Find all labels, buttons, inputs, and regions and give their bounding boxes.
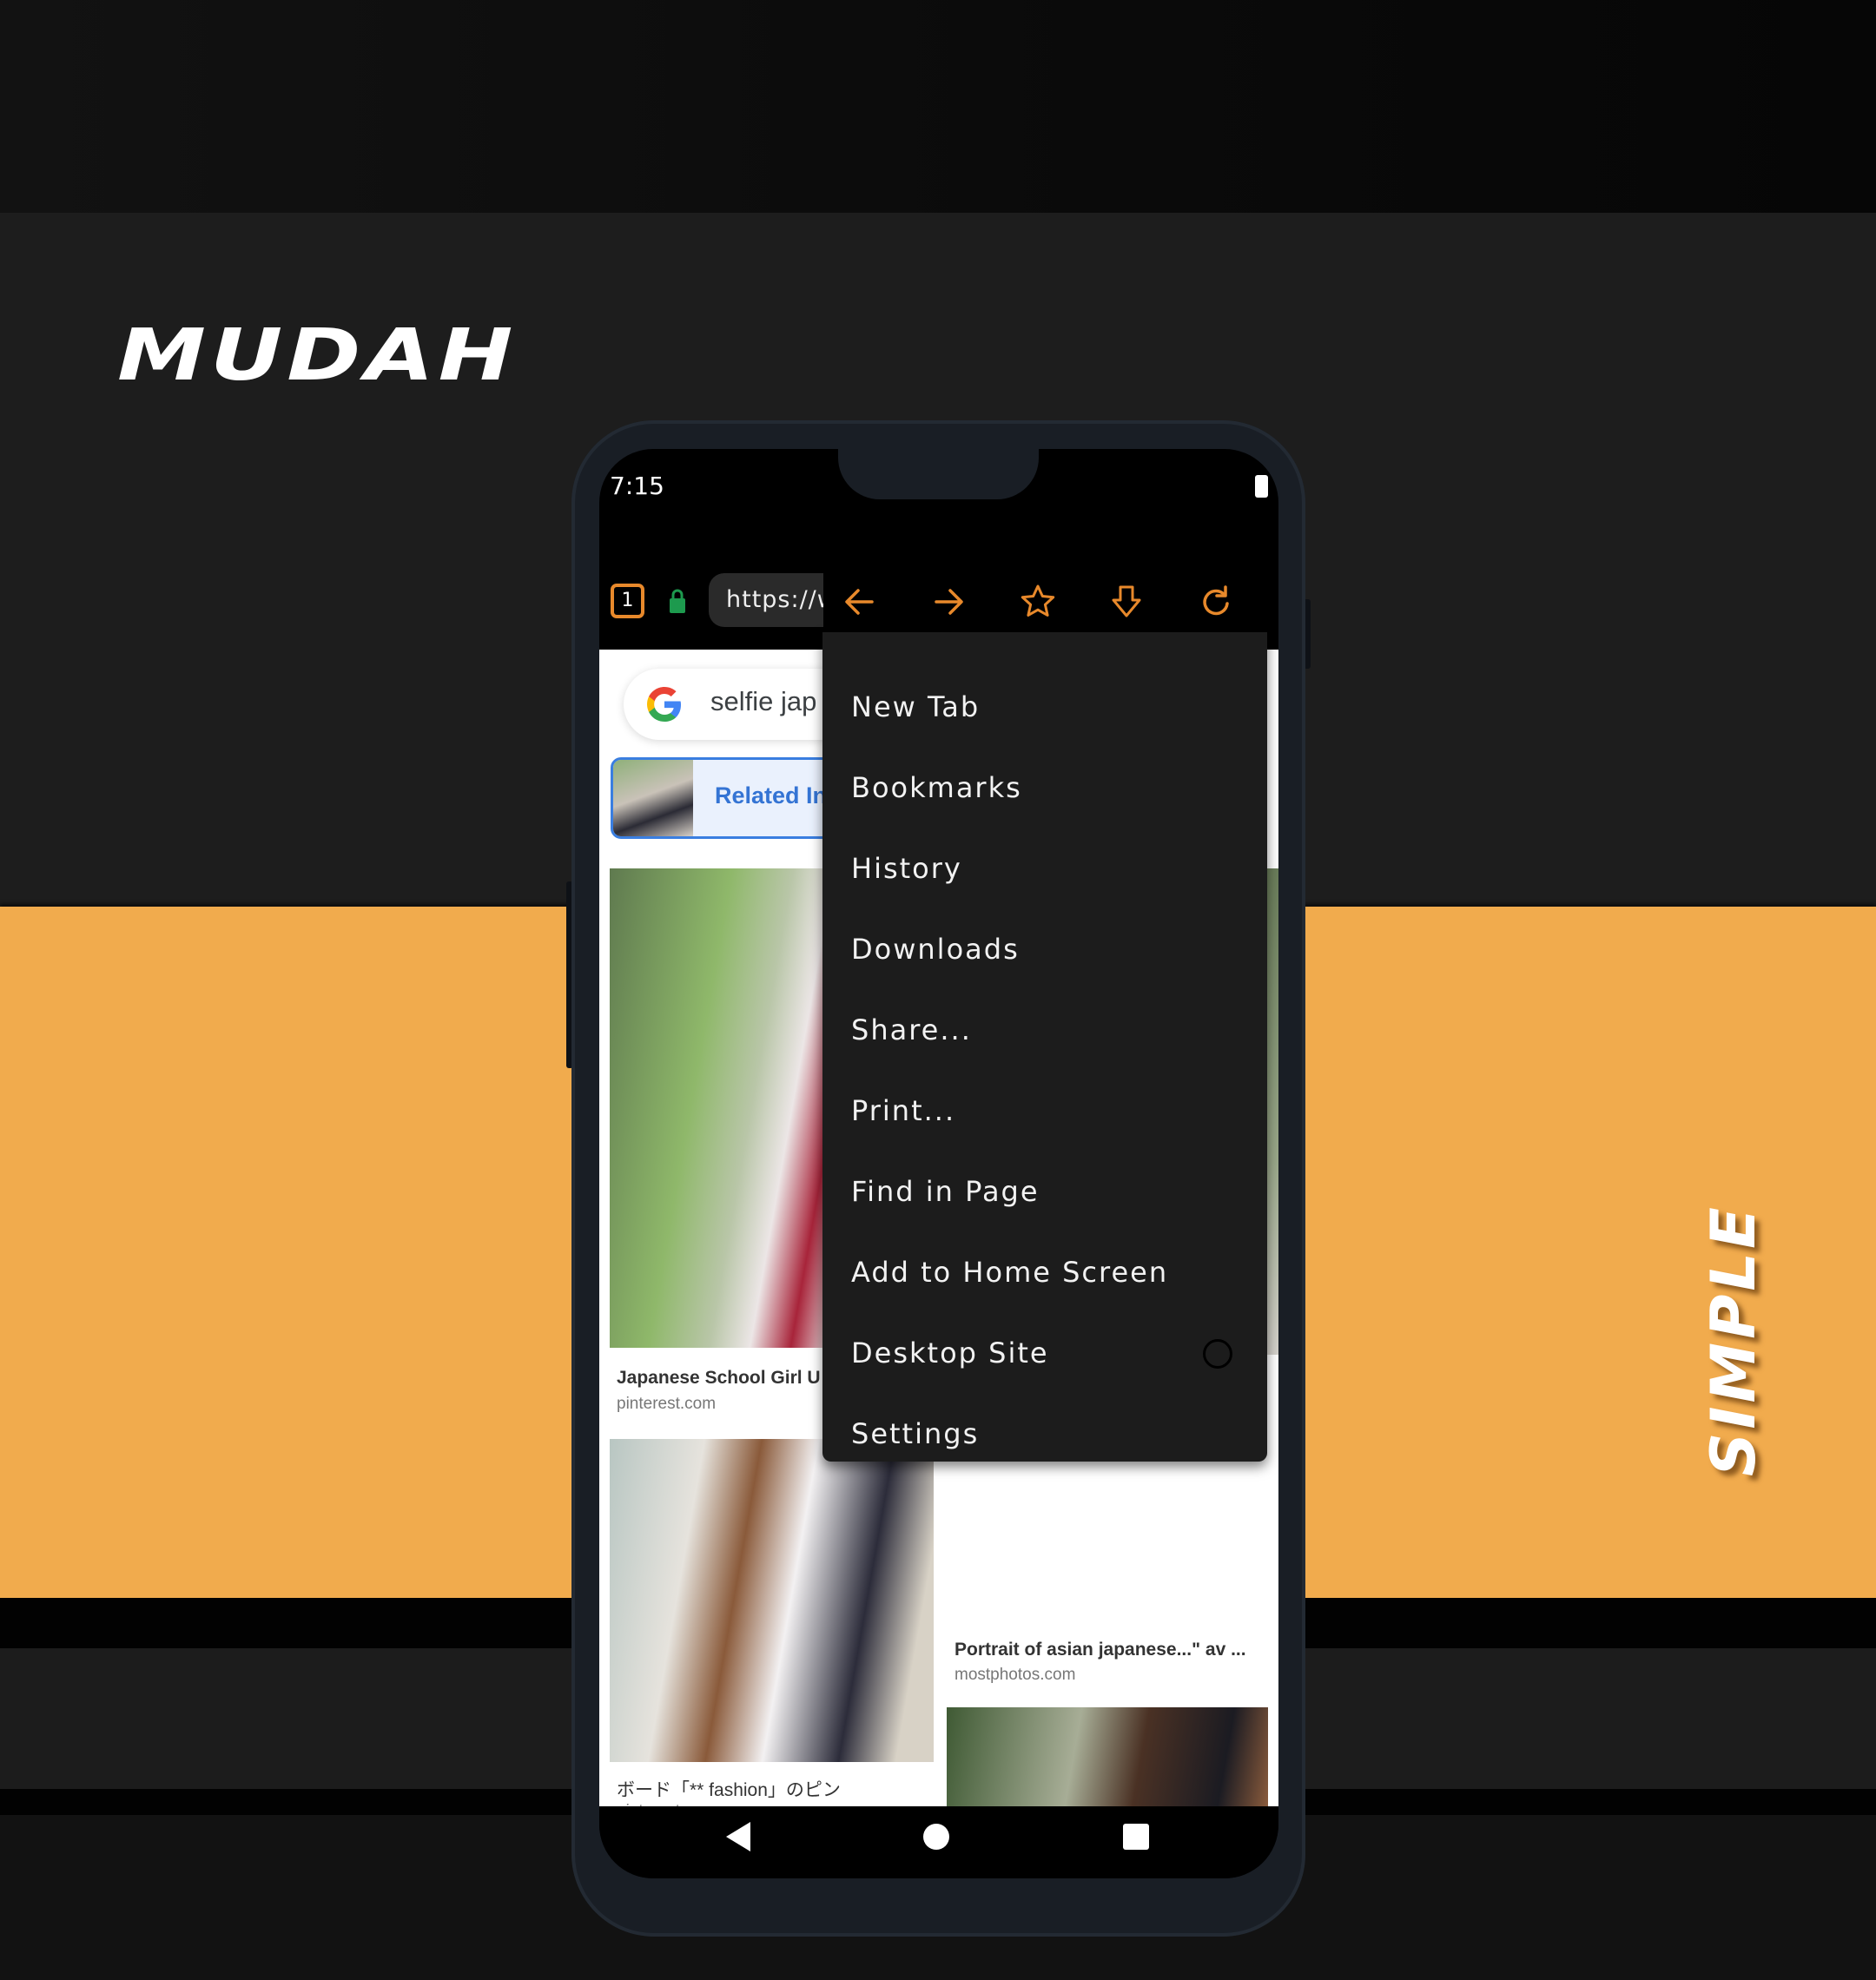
desktop-site-radio[interactable] (1203, 1339, 1232, 1369)
home-icon[interactable] (923, 1824, 949, 1850)
menu-item-label: Downloads (851, 933, 1020, 966)
download-icon[interactable] (1107, 583, 1146, 621)
menu-item-label: Settings (851, 1417, 980, 1450)
battery-icon (1255, 475, 1268, 498)
menu-item-label: History (851, 852, 962, 885)
recents-icon[interactable] (1123, 1824, 1149, 1850)
menu-item-add-to-home-screen[interactable]: Add to Home Screen (822, 1232, 1267, 1313)
promo-canvas: MUDAH SIMPLE 7:15 1 https://w selfie jap… (0, 0, 1876, 1980)
menu-item-label: Bookmarks (851, 771, 1022, 804)
forward-arrow-icon[interactable] (929, 583, 968, 621)
menu-item-label: Print... (851, 1094, 956, 1127)
menu-item-label: New Tab (851, 690, 981, 723)
tagline-text: SIMPLE (1698, 1204, 1769, 1476)
related-label: Related In (715, 782, 828, 808)
back-arrow-icon[interactable] (841, 583, 879, 621)
overflow-menu: New Tab Bookmarks History Downloads Shar… (822, 632, 1267, 1462)
result-source: pinterest.com (617, 1395, 717, 1413)
phone-screen: 7:15 1 https://w selfie jap Related In J… (599, 449, 1278, 1878)
menu-item-label: Desktop Site (851, 1336, 1049, 1370)
star-icon[interactable] (1019, 583, 1057, 621)
menu-item-settings[interactable]: Settings (822, 1394, 1267, 1475)
back-icon[interactable] (726, 1822, 750, 1851)
status-time: 7:15 (610, 472, 664, 500)
result-caption[interactable]: Japanese School Girl U (617, 1368, 821, 1389)
result-caption[interactable]: Portrait of asian japanese..." av ... (955, 1640, 1246, 1660)
menu-item-print[interactable]: Print... (822, 1071, 1267, 1152)
menu-item-label: Add to Home Screen (851, 1256, 1169, 1289)
result-image[interactable] (610, 1439, 934, 1762)
result-source: mostphotos.com (955, 1666, 1076, 1684)
menu-item-find-in-page[interactable]: Find in Page (822, 1152, 1267, 1232)
lock-icon (670, 589, 685, 613)
android-nav-bar (599, 1806, 1278, 1878)
menu-item-history[interactable]: History (822, 828, 1267, 909)
result-caption[interactable]: ボード「** fashion」のピン (617, 1776, 841, 1802)
tab-count-button[interactable]: 1 (611, 584, 644, 618)
browser-toolbar (823, 571, 1278, 633)
reload-icon[interactable] (1197, 583, 1235, 621)
menu-item-share[interactable]: Share... (822, 990, 1267, 1071)
result-image[interactable] (947, 1707, 1268, 1806)
brand-logo: MUDAH (117, 314, 518, 397)
menu-item-bookmarks[interactable]: Bookmarks (822, 748, 1267, 828)
menu-item-label: Share... (851, 1013, 972, 1046)
menu-item-desktop-site[interactable]: Desktop Site (822, 1313, 1267, 1394)
background-top (0, 0, 1876, 213)
search-query-text: selfie jap (710, 686, 817, 716)
google-logo-icon (646, 687, 681, 722)
menu-item-new-tab[interactable]: New Tab (822, 667, 1267, 748)
camera-notch (838, 449, 1039, 499)
menu-item-label: Find in Page (851, 1175, 1040, 1208)
menu-item-downloads[interactable]: Downloads (822, 909, 1267, 990)
related-thumbnail (613, 760, 693, 836)
